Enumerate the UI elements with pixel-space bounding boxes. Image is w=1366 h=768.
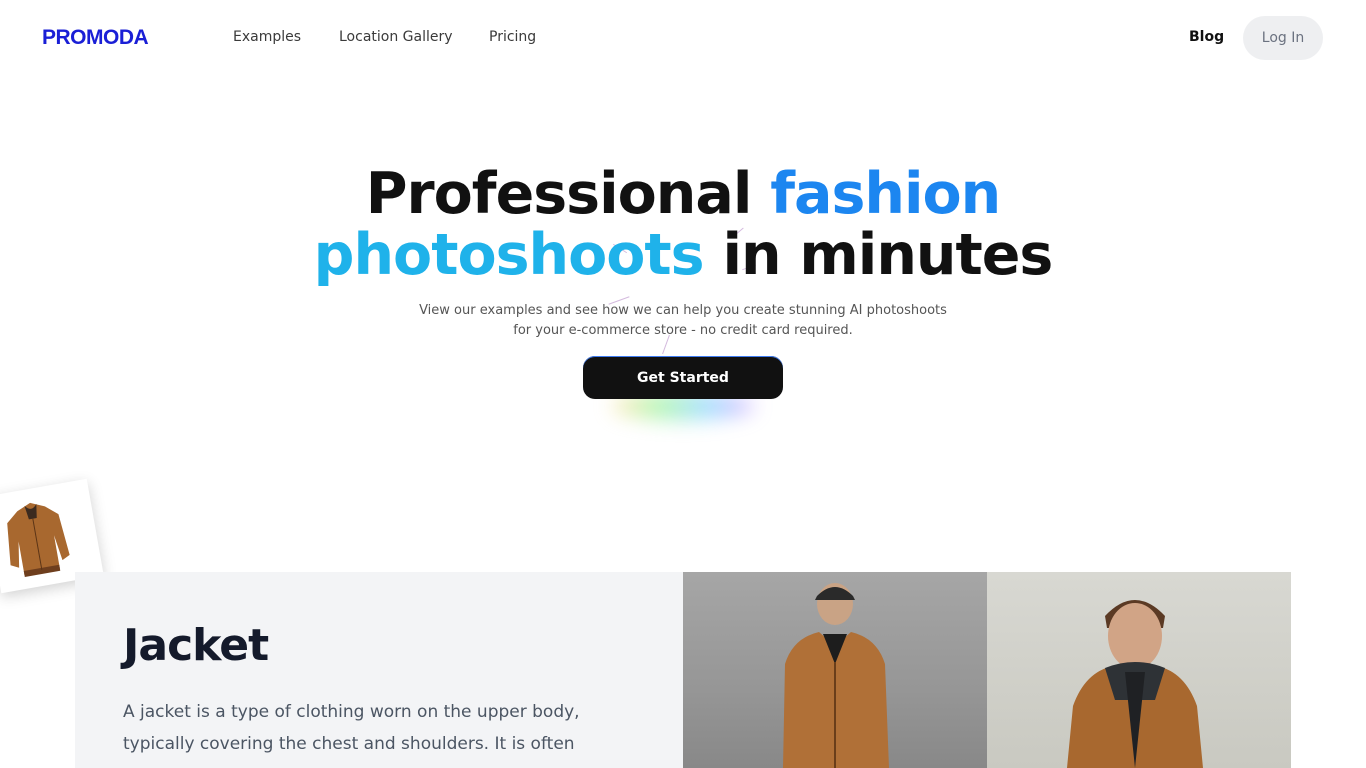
hero-subtitle-line2: for your e-commerce store - no credit ca… [513, 323, 853, 338]
hero-title: Professional fashion photoshoots in minu… [0, 164, 1366, 286]
model-photo-capped [683, 572, 987, 768]
brand-logo[interactable]: PROMODA [42, 26, 149, 50]
hero-title-part2: in minutes [703, 222, 1053, 288]
hero-subtitle: View our examples and see how we can hel… [0, 301, 1366, 341]
product-title: Jacket [123, 620, 269, 671]
model-photo-hooded [987, 572, 1291, 768]
hero-subtitle-line1: View our examples and see how we can hel… [419, 303, 947, 318]
hero-title-part1: Professional [365, 161, 771, 227]
nav-link-blog[interactable]: Blog [1189, 29, 1224, 45]
nav-link-examples[interactable]: Examples [233, 29, 301, 45]
hero-title-highlight-photoshoots: photoshoots [313, 222, 705, 288]
login-button[interactable]: Log In [1243, 16, 1323, 60]
top-navigation: PROMODA Examples Location Gallery Pricin… [0, 0, 1366, 76]
get-started-button[interactable]: Get Started [583, 356, 783, 399]
product-description: A jacket is a type of clothing worn on t… [123, 702, 580, 768]
hero-title-highlight-fashion: fashion [770, 161, 1001, 227]
nav-link-pricing[interactable]: Pricing [489, 29, 536, 45]
nav-link-location-gallery[interactable]: Location Gallery [339, 29, 453, 45]
